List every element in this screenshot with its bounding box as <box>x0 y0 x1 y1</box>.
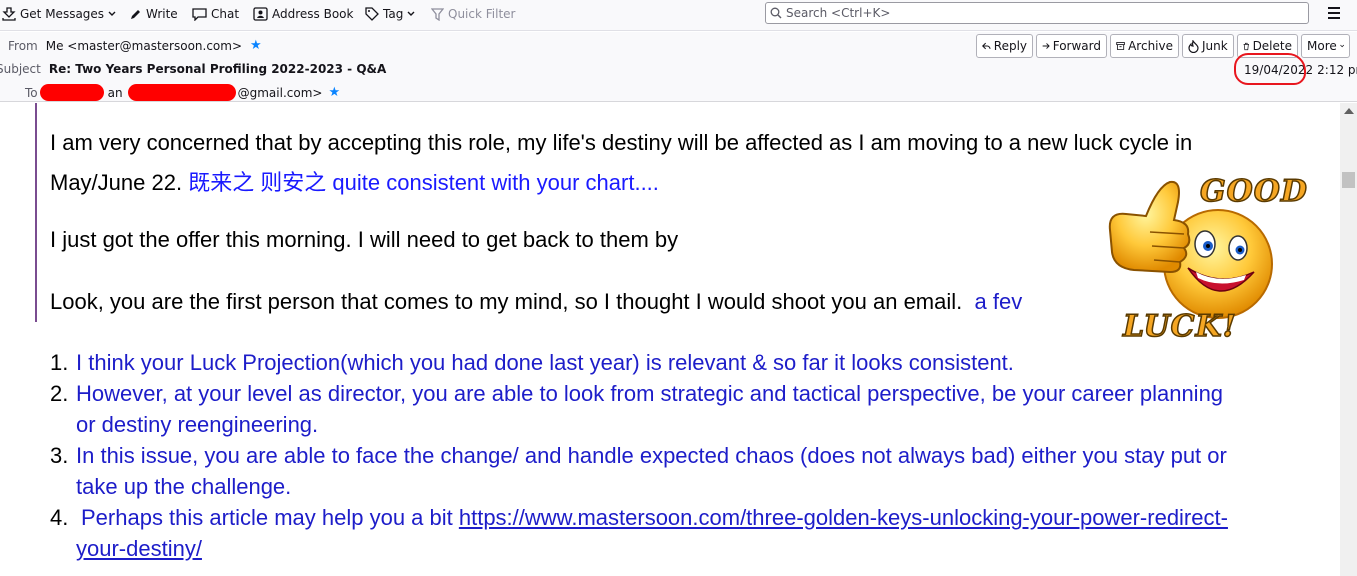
get-messages-label: Get Messages <box>20 7 105 21</box>
subject-label: Subject <box>0 62 41 76</box>
from-row: From Me <master@mastersoon.com> ★ <box>8 38 262 53</box>
quote-text: Look, you are the first person that come… <box>50 289 963 314</box>
tag-icon <box>365 7 379 21</box>
delete-label: Delete <box>1252 39 1292 53</box>
reply-inline-comment: a fev <box>974 289 1023 314</box>
to-label: To <box>25 85 38 100</box>
forward-button[interactable]: Forward <box>1036 34 1107 58</box>
reply-label: Reply <box>993 39 1027 53</box>
trash-icon <box>1243 42 1249 50</box>
chevron-down-icon <box>1339 44 1344 48</box>
scrollbar-thumb[interactable] <box>1342 172 1355 188</box>
flame-icon <box>1188 39 1199 53</box>
from-value[interactable]: Me <master@mastersoon.com> <box>46 39 242 53</box>
more-label: More <box>1307 39 1337 53</box>
archive-icon <box>1116 42 1125 50</box>
search-input[interactable]: Search <Ctrl+K> <box>765 2 1309 24</box>
more-button[interactable]: More <box>1301 34 1350 58</box>
redaction-mark <box>127 84 236 101</box>
star-icon[interactable]: ★ <box>250 38 262 53</box>
search-placeholder: Search <Ctrl+K> <box>786 6 891 20</box>
get-messages-button[interactable]: Get Messages <box>2 5 116 23</box>
from-label: From <box>8 38 38 53</box>
chat-button[interactable]: Chat <box>192 5 239 23</box>
scroll-up-arrow-icon[interactable] <box>1344 108 1354 114</box>
list-number: 4. <box>50 505 69 530</box>
tag-label: Tag <box>383 7 404 21</box>
to-email-suffix[interactable]: @gmail.com> <box>238 86 323 100</box>
list-item-1: I think your Luck Projection(which you h… <box>76 350 1014 375</box>
star-icon[interactable]: ★ <box>328 85 340 100</box>
list-item-3-line-1: In this issue, you are able to face the … <box>76 443 1227 468</box>
chevron-down-icon <box>407 11 415 16</box>
list-item-4-line-2: your-destiny/ <box>76 536 202 562</box>
list-item-2-line-1: However, at your level as director, you … <box>76 381 1224 406</box>
archive-button[interactable]: Archive <box>1110 34 1179 58</box>
list-number: 1. <box>50 350 69 375</box>
to-row: To an @gmail.com> ★ <box>25 84 340 101</box>
search-icon <box>770 7 782 19</box>
archive-label: Archive <box>1128 39 1173 53</box>
quick-filter-button[interactable]: Quick Filter <box>431 5 515 23</box>
quote-paragraph-3: Look, you are the first person that come… <box>50 289 1022 315</box>
subject-value: Re: Two Years Personal Profiling 2022-20… <box>48 62 387 76</box>
list-item-4-text: Perhaps this article may help you a bit <box>81 505 459 530</box>
reply-button[interactable]: Reply <box>976 34 1033 58</box>
quote-paragraph-1-line-2: May/June 22. 既来之 则安之 quite consistent wi… <box>50 165 659 197</box>
write-label: Write <box>146 7 178 21</box>
chevron-down-icon <box>108 11 116 16</box>
download-icon <box>2 7 16 21</box>
list-item-3-line-2: take up the challenge. <box>76 474 292 499</box>
reply-inline-comment: 既来之 则安之 quite consistent with your chart… <box>188 170 659 195</box>
chat-icon <box>192 7 207 21</box>
forward-icon <box>1042 43 1050 49</box>
address-book-button[interactable]: Address Book <box>253 5 353 23</box>
time-value: 2:12 pm <box>1317 63 1357 77</box>
list-number: 3. <box>50 443 69 468</box>
list-item-4-line-1: Perhaps this article may help you a bit … <box>81 505 1228 531</box>
quote-paragraph-1-line-1: I am very concerned that by accepting th… <box>50 130 1193 155</box>
pencil-icon <box>131 9 140 19</box>
sticker-luck-text: LUCK! <box>1122 308 1237 345</box>
address-book-label: Address Book <box>272 7 354 21</box>
app-menu-button[interactable] <box>1326 5 1342 21</box>
redaction-mark <box>39 84 104 101</box>
sticker-good-text: GOOD <box>1199 173 1308 210</box>
quote-text: May/June 22. <box>50 170 189 195</box>
forward-label: Forward <box>1052 39 1101 53</box>
chat-label: Chat <box>211 7 240 21</box>
article-link[interactable]: https://www.mastersoon.com/three-golden-… <box>459 505 1228 530</box>
quick-filter-label: Quick Filter <box>448 7 516 21</box>
quote-bar <box>35 103 37 322</box>
message-header: From Me <master@mastersoon.com> ★ Subjec… <box>0 32 1357 102</box>
junk-label: Junk <box>1202 39 1228 53</box>
subject-row: Subject Re: Two Years Personal Profiling… <box>0 62 386 76</box>
to-fragment: an <box>107 85 123 100</box>
quote-paragraph-2: I just got the offer this morning. I wil… <box>50 227 679 252</box>
address-book-icon <box>253 7 268 21</box>
list-number: 2. <box>50 381 69 406</box>
article-link-continued[interactable]: your-destiny/ <box>76 536 202 561</box>
write-button[interactable]: Write <box>129 5 178 23</box>
hamburger-menu-icon <box>1328 7 1340 19</box>
filter-icon <box>431 7 444 21</box>
tag-button[interactable]: Tag <box>365 5 415 23</box>
date-highlight-circle <box>1234 53 1306 85</box>
reply-icon <box>982 42 991 50</box>
main-toolbar: Get Messages Write Chat Address Book Tag… <box>0 0 1357 31</box>
list-item-2-line-2: or destiny reengineering. <box>76 412 319 437</box>
junk-button[interactable]: Junk <box>1182 34 1234 58</box>
